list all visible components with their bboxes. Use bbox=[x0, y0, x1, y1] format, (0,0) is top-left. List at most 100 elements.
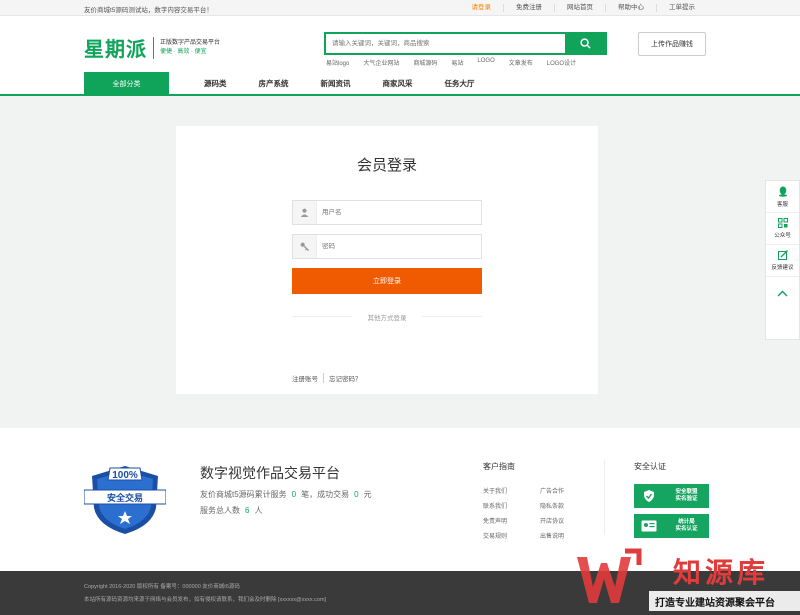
security-badge: 100% 安全交易 bbox=[83, 464, 167, 538]
side-label: 客服 bbox=[776, 201, 788, 208]
main-nav: 全部分类 源码类 房产系统 新闻资讯 商家风采 任务大厅 bbox=[0, 72, 800, 96]
nav-item-tasks[interactable]: 任务大厅 bbox=[445, 78, 475, 89]
back-to-top-button[interactable] bbox=[766, 277, 799, 309]
guide-title: 客户指南 bbox=[483, 462, 515, 471]
copyright-line2: 本站所有源码资源均来源于网络与会员发布，如有侵权请联系，我们会及时删除 [xxx… bbox=[84, 597, 327, 603]
edit-icon bbox=[777, 250, 788, 260]
guide-link[interactable]: 交易规则 bbox=[483, 531, 540, 540]
users-prefix: 服务总人数 bbox=[200, 506, 240, 515]
logo-divider bbox=[153, 36, 154, 59]
home-link[interactable]: 网站首页 bbox=[554, 4, 605, 12]
nav-items: 源码类 房产系统 新闻资讯 商家风采 任务大厅 bbox=[204, 78, 507, 89]
user-icon bbox=[293, 201, 317, 224]
footer-stats: 友价商城t5源码累计服务 0 笔，成功交易 0 元 bbox=[200, 489, 372, 500]
badge-label: 安全交易 bbox=[107, 492, 143, 503]
nav-item-news[interactable]: 新闻资讯 bbox=[321, 78, 351, 89]
cert2-line2: 实名认证 bbox=[675, 526, 698, 532]
side-label: 反馈建议 bbox=[771, 265, 794, 271]
password-input[interactable] bbox=[317, 243, 481, 250]
qrcode-icon bbox=[777, 218, 788, 228]
site-logo[interactable]: 星期派 正版数字产品交易平台 便捷 · 高效 · 便宜 bbox=[84, 33, 220, 62]
hot-keyword[interactable]: 大气企业网站 bbox=[363, 58, 399, 67]
users-count: 6 bbox=[245, 506, 250, 515]
username-field bbox=[292, 200, 482, 225]
nav-item-merchants[interactable]: 商家风采 bbox=[383, 78, 413, 89]
top-links: 请登录 免费注册 网站首页 帮助中心 工单提示 bbox=[460, 4, 708, 12]
search-input[interactable] bbox=[326, 34, 565, 53]
users-unit: 人 bbox=[254, 506, 263, 515]
ticket-link[interactable]: 工单提示 bbox=[656, 4, 707, 12]
logo-tagline: 正版数字产品交易平台 bbox=[160, 39, 221, 46]
top-bar: 友价商城t5源码测试站，数字内容交易平台！ 请登录 免费注册 网站首页 帮助中心… bbox=[0, 0, 800, 16]
forgot-password-link[interactable]: 忘记密码？ bbox=[329, 373, 362, 383]
register-account-link[interactable]: 注册账号 bbox=[292, 373, 324, 383]
hot-keyword[interactable]: 文章发布 bbox=[509, 58, 533, 67]
stat-mid: 笔，成功交易 bbox=[301, 490, 350, 499]
guide-link[interactable]: 关于我们 bbox=[483, 486, 540, 495]
key-icon bbox=[293, 235, 317, 258]
search-button[interactable] bbox=[565, 34, 605, 53]
guide-link[interactable]: 隐私条款 bbox=[540, 501, 580, 510]
cert2-line1: 统计局 bbox=[678, 519, 695, 525]
hot-keyword[interactable]: 商城源码 bbox=[413, 58, 437, 67]
hot-keywords: 易站logo 大气企业网站 商城源码 易站 LOGO 文章发布 LOGO设计 bbox=[326, 58, 590, 67]
help-link[interactable]: 帮助中心 bbox=[605, 4, 656, 12]
logo-subtitle: 正版数字产品交易平台 便捷 · 高效 · 便宜 bbox=[160, 39, 220, 57]
badge-percent: 100% bbox=[112, 470, 138, 481]
stat-orders: 0 bbox=[291, 490, 297, 499]
upload-button[interactable]: 上传作品赚钱 bbox=[638, 32, 706, 56]
chevron-up-icon bbox=[777, 290, 788, 296]
guide-links: 关于我们 广告合作 联系我们 隐私条款 免责声明 开店协议 交易规则 出售说明 bbox=[483, 486, 580, 540]
guide-link[interactable]: 联系我们 bbox=[483, 501, 540, 510]
search-icon bbox=[579, 38, 591, 49]
nav-item-source[interactable]: 源码类 bbox=[204, 78, 227, 89]
welcome-text: 友价商城t5源码测试站，数字内容交易平台！ bbox=[84, 7, 213, 14]
cert1-line1: 安全联盟 bbox=[675, 489, 698, 495]
logo-slogan: 便捷 · 高效 · 便宜 bbox=[160, 48, 207, 55]
login-link[interactable]: 请登录 bbox=[460, 4, 504, 12]
footer-title: 数字视觉作品交易平台 bbox=[200, 465, 340, 481]
login-button[interactable]: 立即登录 bbox=[292, 268, 482, 294]
stat-prefix: 友价商城t5源码累计服务 bbox=[200, 490, 287, 499]
hot-keyword[interactable]: LOGO设计 bbox=[547, 58, 576, 67]
guide-link[interactable]: 开店协议 bbox=[540, 516, 580, 525]
password-field bbox=[292, 234, 482, 259]
other-login-label: 其他方式登录 bbox=[292, 312, 482, 322]
watermark-logo-icon bbox=[577, 548, 642, 603]
side-label: 公众号 bbox=[774, 233, 791, 239]
qq-icon bbox=[778, 186, 787, 197]
cert-badge-alliance[interactable]: 安全联盟 实名验证 bbox=[634, 484, 709, 508]
shield-check-icon bbox=[634, 484, 664, 508]
watermark-brand: 知源库 bbox=[673, 557, 770, 588]
card-links: 注册账号 忘记密码？ bbox=[292, 373, 362, 383]
cert-badge-realname[interactable]: 统计局 实名认证 bbox=[634, 514, 709, 538]
all-categories-button[interactable]: 全部分类 bbox=[84, 72, 169, 95]
logo-text: 星期派 bbox=[84, 39, 147, 61]
watermark: 知源库 打造专业建站资源聚会平台 bbox=[573, 543, 800, 615]
id-card-icon bbox=[634, 514, 664, 538]
hot-keyword[interactable]: 易站logo bbox=[326, 58, 349, 67]
cert1-line2: 实名验证 bbox=[675, 496, 698, 502]
guide-link[interactable]: 广告合作 bbox=[540, 486, 580, 495]
hot-keyword[interactable]: LOGO bbox=[477, 58, 494, 67]
register-link[interactable]: 免费注册 bbox=[503, 4, 554, 12]
nav-item-realestate[interactable]: 房产系统 bbox=[259, 78, 289, 89]
login-title: 会员登录 bbox=[356, 157, 417, 174]
stat-unit: 元 bbox=[363, 490, 372, 499]
side-toolbar: 客服 公众号 反馈建议 bbox=[765, 180, 800, 340]
guide-link[interactable]: 免责声明 bbox=[483, 516, 540, 525]
side-item-service[interactable]: 客服 bbox=[766, 181, 799, 213]
username-input[interactable] bbox=[317, 209, 481, 216]
security-title: 安全认证 bbox=[634, 462, 666, 471]
side-item-wechat[interactable]: 公众号 bbox=[766, 213, 799, 245]
header: 星期派 正版数字产品交易平台 便捷 · 高效 · 便宜 易站logo 大气企业网… bbox=[0, 16, 800, 72]
hot-keyword[interactable]: 易站 bbox=[451, 58, 463, 67]
side-item-feedback[interactable]: 反馈建议 bbox=[766, 245, 799, 277]
search-box bbox=[324, 32, 607, 55]
watermark-tagline: 打造专业建站资源聚会平台 bbox=[655, 598, 775, 609]
stat-success: 0 bbox=[354, 490, 359, 499]
copyright-line1: Copyright 2016-2020 版权所有 备案号：000000 友价商城… bbox=[84, 584, 240, 590]
login-card: 会员登录 立即登录 其他方式登录 注册账号 忘记密码？ bbox=[176, 126, 598, 394]
guide-link[interactable]: 出售说明 bbox=[540, 531, 580, 540]
footer-users: 服务总人数 6 人 bbox=[200, 505, 262, 516]
